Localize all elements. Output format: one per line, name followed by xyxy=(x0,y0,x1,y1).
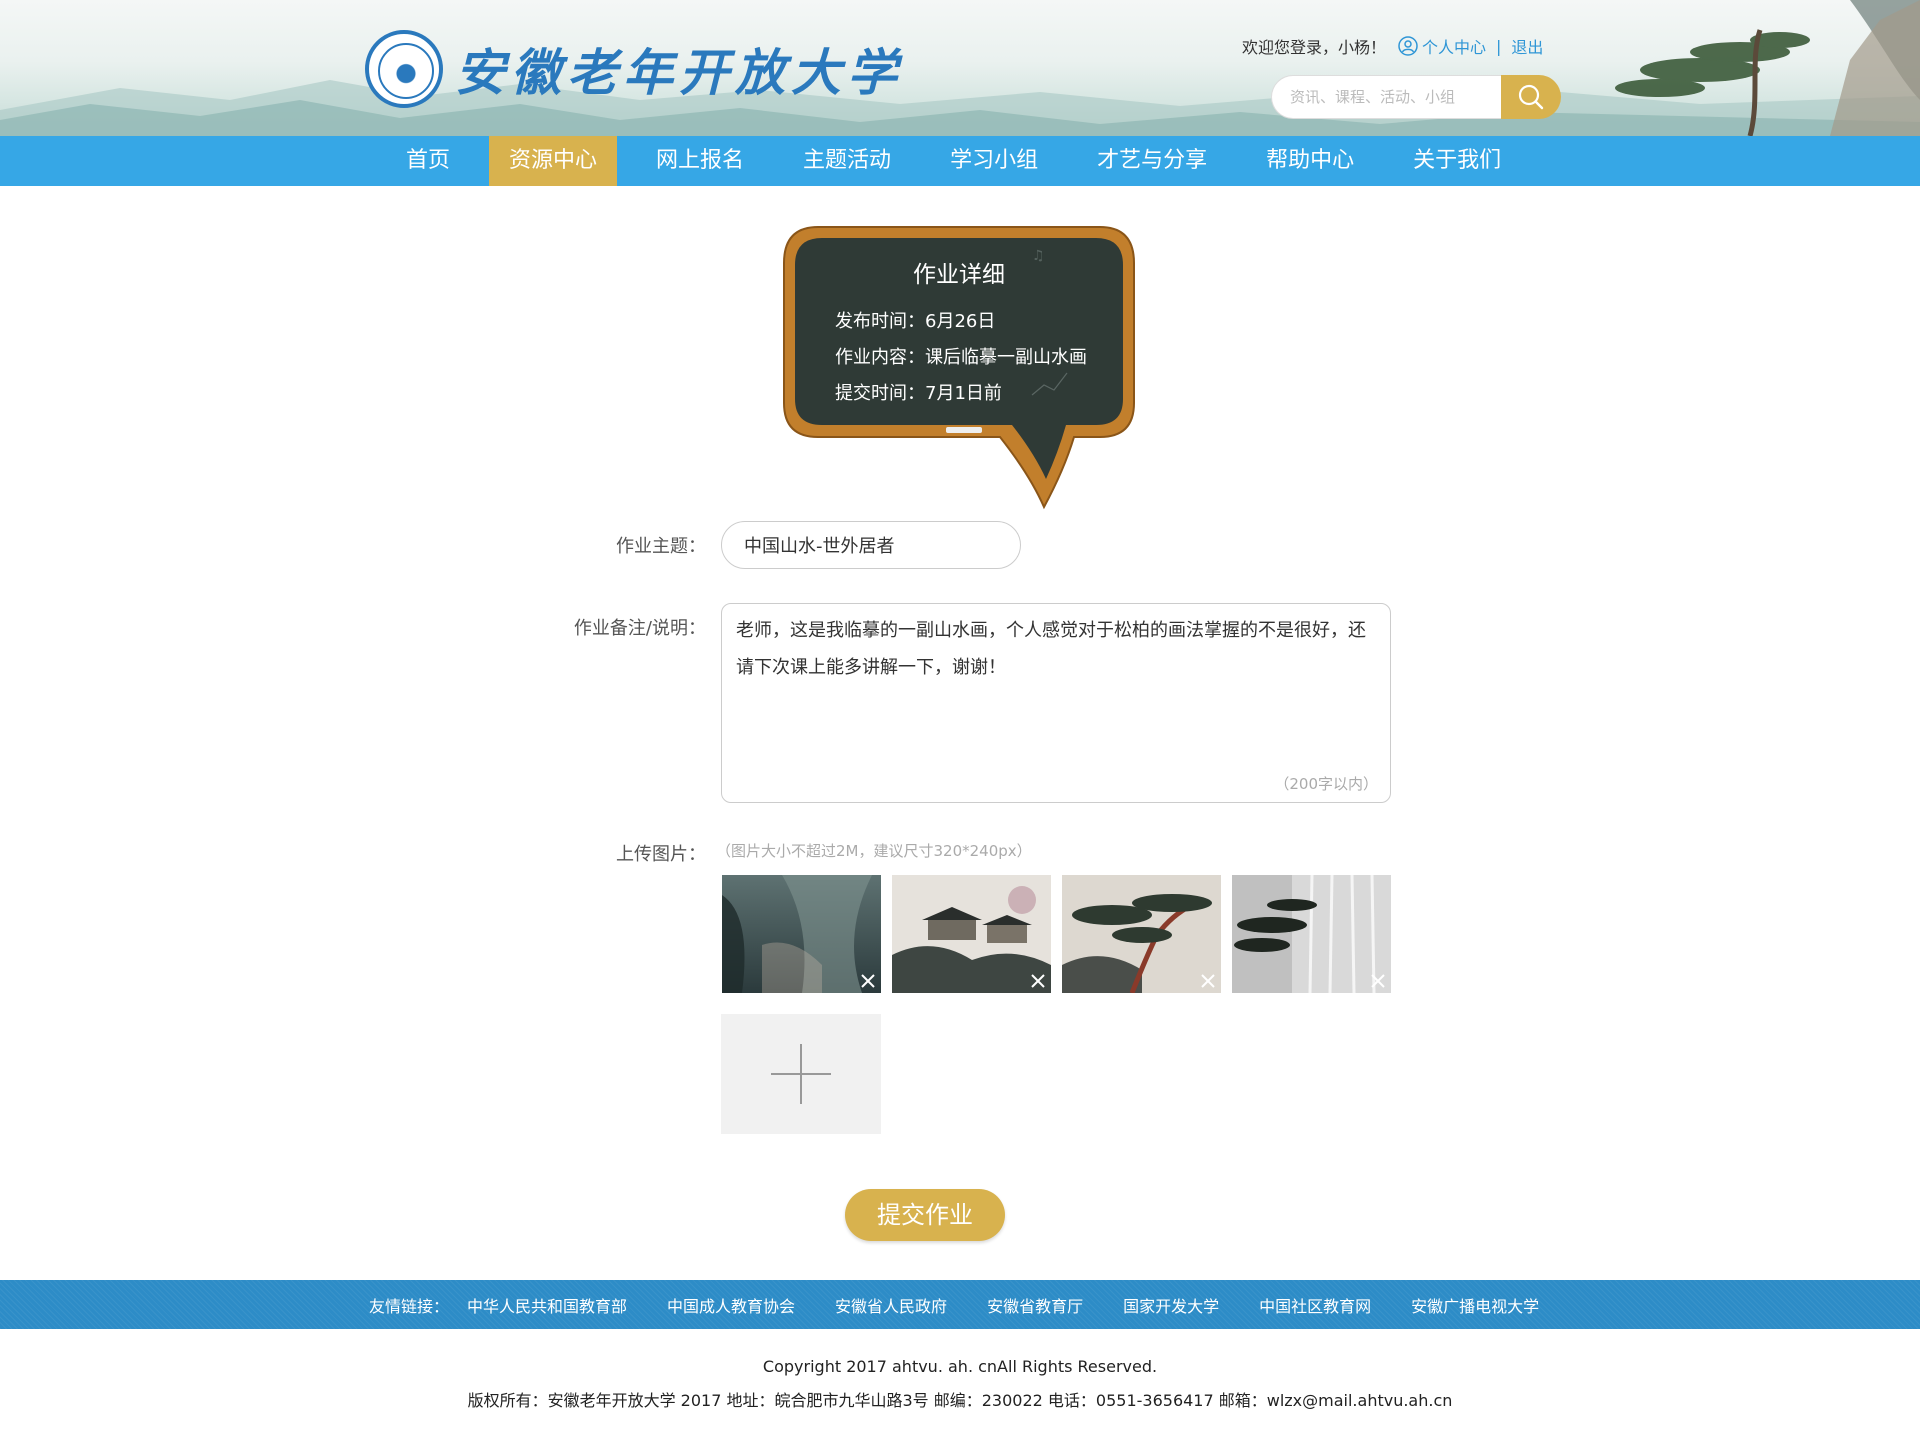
deadline: 提交时间：7月1日前 xyxy=(835,383,1002,404)
friend-link[interactable]: 中国成人教育协会 xyxy=(667,1293,795,1317)
thumbnail-2[interactable] xyxy=(892,875,1051,993)
university-seal-icon xyxy=(365,30,443,108)
assignment-content: 作业内容：课后临摹一副山水画 xyxy=(835,347,1087,368)
friend-link[interactable]: 中国社区教育网 xyxy=(1259,1293,1371,1317)
welcome-text: 欢迎您登录，小杨！ xyxy=(1242,38,1387,57)
nav-item[interactable]: 主题活动 xyxy=(783,136,911,186)
note-limit: （200字以内） xyxy=(1274,775,1378,793)
friend-link[interactable]: 安徽省教育厅 xyxy=(987,1293,1083,1317)
upload-label: 上传图片： xyxy=(616,844,706,865)
mountain-backdrop xyxy=(0,0,1920,136)
copyright: Copyright 2017 ahtvu. ah. cnAll Rights R… xyxy=(762,1357,1158,1376)
board-title: 作业详细 xyxy=(913,262,1005,288)
links-label: 友情链接： xyxy=(369,1296,450,1316)
nav-item[interactable]: 首页 xyxy=(386,136,470,186)
thumbnail-4[interactable] xyxy=(1232,875,1391,993)
submit-button[interactable]: 提交作业 xyxy=(845,1189,1005,1241)
topic-input[interactable]: 中国山水-世外居者 xyxy=(721,521,1021,569)
site-title: 安徽老年开放大学 xyxy=(455,43,903,102)
upload-hint: （图片大小不超过2M，建议尺寸320*240px） xyxy=(716,842,1032,860)
close-icon[interactable] xyxy=(1369,972,1387,990)
close-icon[interactable] xyxy=(1199,972,1217,990)
friend-link[interactable]: 中华人民共和国教育部 xyxy=(467,1293,627,1317)
friend-links-bar: 友情链接： 中华人民共和国教育部 中国成人教育协会 安徽省人民政府 安徽省教育厅 国家开… xyxy=(0,1280,1920,1329)
site-info: 版权所有：安徽老年开放大学 2017 地址：皖合肥市九华山路3号 邮编：2300… xyxy=(467,1391,1453,1410)
main-nav: 首页 资源中心 网上报名 主题活动 学习小组 才艺与分享 帮助中心 关于我们 xyxy=(0,136,1920,186)
landscape-painting-3 xyxy=(1062,875,1221,993)
note-label: 作业备注/说明： xyxy=(573,618,706,639)
separator: | xyxy=(1496,36,1502,56)
landscape-painting-2 xyxy=(892,875,1051,993)
header-banner: 安徽老年开放大学 欢迎您登录，小杨！ 个人中心 | 退出 xyxy=(0,0,1920,136)
note-textarea[interactable]: 老师，这是我临摹的一副山水画，个人感觉对于松柏的画法掌握的不是很好，还请下次课上… xyxy=(721,603,1391,803)
user-center-link[interactable]: 个人中心 xyxy=(1422,34,1486,58)
topic-label: 作业主题： xyxy=(616,536,706,557)
nav-item[interactable]: 资源中心 xyxy=(489,136,618,186)
user-icon xyxy=(1398,36,1418,56)
friend-link[interactable]: 安徽省人民政府 xyxy=(835,1293,947,1317)
nav-list: 首页 资源中心 网上报名 主题活动 学习小组 才艺与分享 帮助中心 关于我们 xyxy=(386,136,1540,186)
landscape-painting-1 xyxy=(722,875,881,993)
assignment-detail-board: ♫ 作业详细 发布时间：6月26日 作业内容：课后临摹一副山水画 提交时间：7月… xyxy=(782,225,1136,510)
site-logo[interactable]: 安徽老年开放大学 xyxy=(365,30,903,108)
nav-item[interactable]: 才艺与分享 xyxy=(1077,136,1227,186)
close-icon[interactable] xyxy=(859,972,877,990)
close-icon[interactable] xyxy=(1029,972,1047,990)
add-image-button[interactable] xyxy=(721,1014,881,1134)
note-text: 老师，这是我临摹的一副山水画，个人感觉对于松柏的画法掌握的不是很好，还请下次课上… xyxy=(736,620,1366,678)
nav-item[interactable]: 帮助中心 xyxy=(1246,136,1374,186)
landscape-painting-4 xyxy=(1232,875,1391,993)
search-icon xyxy=(1518,84,1544,110)
nav-item[interactable]: 学习小组 xyxy=(930,136,1058,186)
thumbnail-3[interactable] xyxy=(1062,875,1221,993)
user-bar: 欢迎您登录，小杨！ 个人中心 | 退出 xyxy=(1242,34,1543,58)
nav-item[interactable]: 关于我们 xyxy=(1393,136,1521,186)
friend-links: 友情链接： 中华人民共和国教育部 中国成人教育协会 安徽省人民政府 安徽省教育厅 国家开… xyxy=(369,1280,1579,1329)
search-bar xyxy=(1271,75,1561,119)
search-button[interactable] xyxy=(1501,75,1561,119)
publish-time: 发布时间：6月26日 xyxy=(835,311,996,332)
friend-link[interactable]: 安徽广播电视大学 xyxy=(1411,1293,1539,1317)
logout-link[interactable]: 退出 xyxy=(1511,34,1543,58)
friend-link[interactable]: 国家开发大学 xyxy=(1123,1293,1219,1317)
thumbnail-1[interactable] xyxy=(722,875,881,993)
search-input[interactable] xyxy=(1271,75,1501,119)
nav-item[interactable]: 网上报名 xyxy=(636,136,764,186)
